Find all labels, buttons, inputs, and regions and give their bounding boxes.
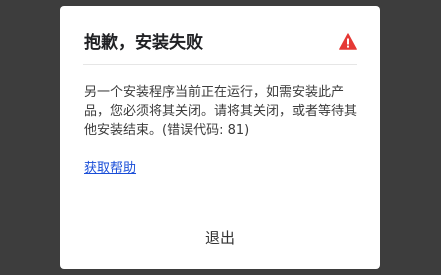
error-message: 另一个安装程序当前正在运行，如需安装此产品，您必须将其关闭。请将其关闭，或者等待… <box>84 85 358 138</box>
install-failed-dialog: 抱歉，安装失败 另一个安装程序当前正在运行，如需安装此产品，您必须将其关闭。请将… <box>60 6 380 269</box>
exit-button[interactable]: 退出 <box>188 224 252 252</box>
warning-triangle-icon <box>339 33 357 50</box>
dialog-title: 抱歉，安装失败 <box>84 33 203 53</box>
dialog-header: 抱歉，安装失败 <box>83 28 357 65</box>
get-help-link[interactable]: 获取帮助 <box>84 160 136 178</box>
